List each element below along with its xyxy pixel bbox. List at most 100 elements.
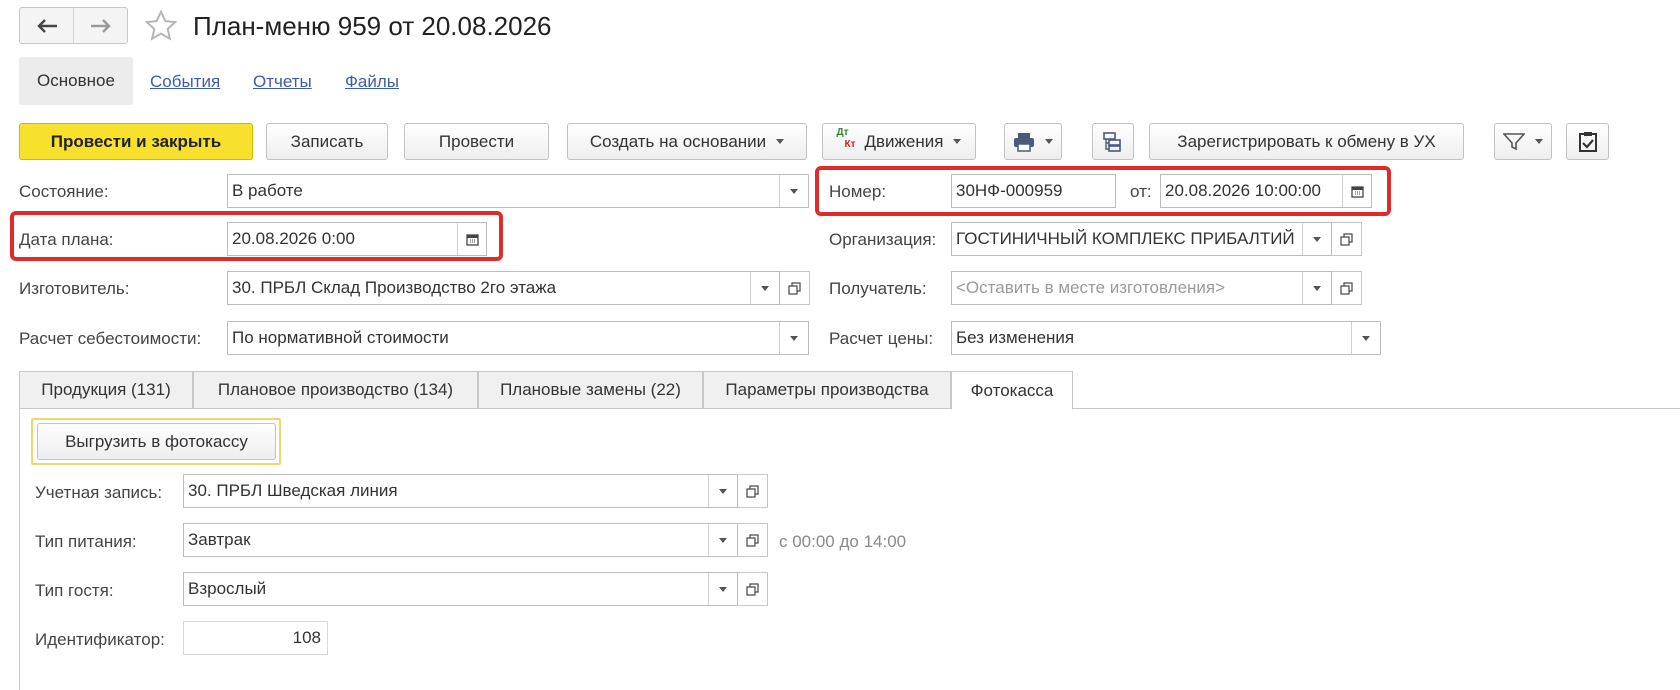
account-select[interactable]: 30. ПРБЛ Шведская линия (183, 474, 738, 508)
meal-type-select[interactable]: Завтрак (183, 523, 738, 557)
price-calc-label: Расчет цены: (829, 329, 934, 348)
from-label: от: (1130, 182, 1152, 201)
upload-to-photokassa-button[interactable]: Выгрузить в фотокассу (37, 423, 276, 460)
guest-type-value: Взрослый (188, 579, 267, 598)
movements-button[interactable]: Дт Кт Движения (822, 123, 976, 160)
chevron-down-icon (719, 586, 727, 592)
register-exchange-button[interactable]: Зарегистрировать к обмену в УХ (1149, 123, 1464, 160)
calendar-icon (465, 233, 479, 246)
chevron-down-icon (761, 285, 769, 291)
identifier-value: 108 (292, 628, 321, 647)
chevron-down-icon (790, 335, 798, 341)
open-account-button[interactable] (738, 474, 768, 508)
dropdown-button[interactable] (708, 524, 737, 556)
tab-products[interactable]: Продукция (131) (19, 371, 193, 409)
calendar-button[interactable] (1342, 175, 1371, 207)
save-button[interactable]: Записать (266, 123, 388, 160)
filter-button[interactable] (1494, 123, 1552, 160)
meal-type-value: Завтрак (188, 530, 251, 549)
maker-value: 30. ПРБЛ Склад Производство 2го этажа (232, 278, 557, 297)
chevron-down-icon (719, 488, 727, 494)
calendar-button[interactable] (457, 223, 486, 255)
checklist-icon (1578, 131, 1597, 152)
open-icon (746, 533, 759, 547)
open-maker-button[interactable] (780, 271, 810, 305)
receiver-select[interactable]: <Оставить в месте изготовления> (951, 271, 1332, 305)
calendar-icon (1350, 185, 1364, 198)
page-title: План-меню 959 от 20.08.2026 (193, 11, 552, 41)
guest-type-label: Тип гостя: (35, 581, 114, 600)
section-link-files[interactable]: Файлы (345, 72, 399, 92)
open-icon (746, 484, 759, 498)
debit-label: Дт (836, 126, 849, 138)
chevron-down-icon (776, 139, 785, 144)
post-and-close-button[interactable]: Провести и закрыть (19, 123, 253, 160)
dropdown-button[interactable] (750, 272, 779, 304)
from-date-value: 20.08.2026 10:00:00 (1165, 181, 1321, 200)
section-link-reports[interactable]: Отчеты (253, 72, 312, 92)
dropdown-button[interactable] (779, 175, 808, 207)
number-field[interactable]: 30НФ-000959 (951, 174, 1116, 208)
open-receiver-button[interactable] (1332, 271, 1362, 305)
dropdown-button[interactable] (708, 475, 737, 507)
account-value: 30. ПРБЛ Шведская линия (188, 481, 398, 500)
number-value: 30НФ-000959 (956, 181, 1063, 200)
section-tab-main[interactable]: Основное (19, 57, 133, 105)
dropdown-button[interactable] (779, 322, 808, 354)
organization-select[interactable]: ГОСТИНИЧНЫЙ КОМПЛЕКС ПРИБАЛТИЙ (951, 222, 1332, 256)
checklist-button[interactable] (1566, 123, 1609, 160)
favorite-star-icon[interactable] (143, 8, 179, 44)
chevron-down-icon (1313, 236, 1321, 242)
meal-type-label: Тип питания: (35, 532, 137, 551)
maker-select[interactable]: 30. ПРБЛ Склад Производство 2го этажа (227, 271, 780, 305)
tab-planned-replacements[interactable]: Плановые замены (22) (478, 371, 703, 409)
open-guest-type-button[interactable] (738, 572, 768, 606)
dropdown-button[interactable] (708, 573, 737, 605)
chevron-down-icon (1045, 139, 1053, 144)
chevron-down-icon (1313, 285, 1321, 291)
open-icon (788, 281, 801, 295)
chevron-down-icon (790, 188, 798, 194)
tab-production-parameters[interactable]: Параметры производства (703, 371, 951, 409)
structure-icon (1103, 131, 1121, 152)
structure-button[interactable] (1092, 123, 1134, 160)
create-based-on-button[interactable]: Создать на основании (567, 123, 807, 160)
post-button[interactable]: Провести (404, 123, 549, 160)
guest-type-select[interactable]: Взрослый (183, 572, 738, 606)
tab-panel-border (19, 408, 20, 690)
tab-photokassa[interactable]: Фотокасса (951, 371, 1073, 410)
state-label: Состояние: (19, 182, 109, 201)
forward-arrow-icon (90, 18, 111, 33)
create-based-on-label: Создать на основании (589, 131, 767, 151)
chevron-down-icon (1535, 139, 1543, 144)
chevron-down-icon (1362, 335, 1370, 341)
receiver-placeholder: <Оставить в месте изготовления> (956, 278, 1226, 297)
maker-label: Изготовитель: (19, 279, 130, 298)
dropdown-button[interactable] (1302, 272, 1331, 304)
printer-icon (1014, 132, 1034, 152)
receiver-label: Получатель: (829, 279, 927, 298)
credit-label: Кт (844, 138, 856, 150)
forward-button[interactable] (73, 8, 127, 43)
print-button[interactable] (1004, 123, 1062, 160)
chevron-down-icon (953, 139, 962, 144)
organization-value: ГОСТИНИЧНЫЙ КОМПЛЕКС ПРИБАЛТИЙ (956, 229, 1295, 248)
price-calc-value: Без изменения (956, 328, 1075, 347)
movements-label: Движения (864, 131, 944, 151)
plan-date-field[interactable]: 20.08.2026 0:00 (227, 222, 487, 256)
dropdown-button[interactable] (1351, 322, 1380, 354)
meal-time-range: с 00:00 до 14:00 (779, 532, 907, 551)
cost-calc-select[interactable]: По нормативной стоимости (227, 321, 809, 355)
open-meal-type-button[interactable] (738, 523, 768, 557)
dropdown-button[interactable] (1302, 223, 1331, 255)
cost-calc-value: По нормативной стоимости (232, 328, 449, 347)
back-button[interactable] (20, 8, 73, 43)
state-select[interactable]: В работе (227, 174, 809, 208)
from-date-field[interactable]: 20.08.2026 10:00:00 (1160, 174, 1372, 208)
section-link-events[interactable]: События (150, 72, 220, 92)
number-label: Номер: (829, 182, 887, 201)
open-organization-button[interactable] (1332, 222, 1362, 256)
tab-planned-production[interactable]: Плановое производство (134) (193, 371, 478, 409)
price-calc-select[interactable]: Без изменения (951, 321, 1381, 355)
identifier-field[interactable]: 108 (183, 621, 328, 655)
